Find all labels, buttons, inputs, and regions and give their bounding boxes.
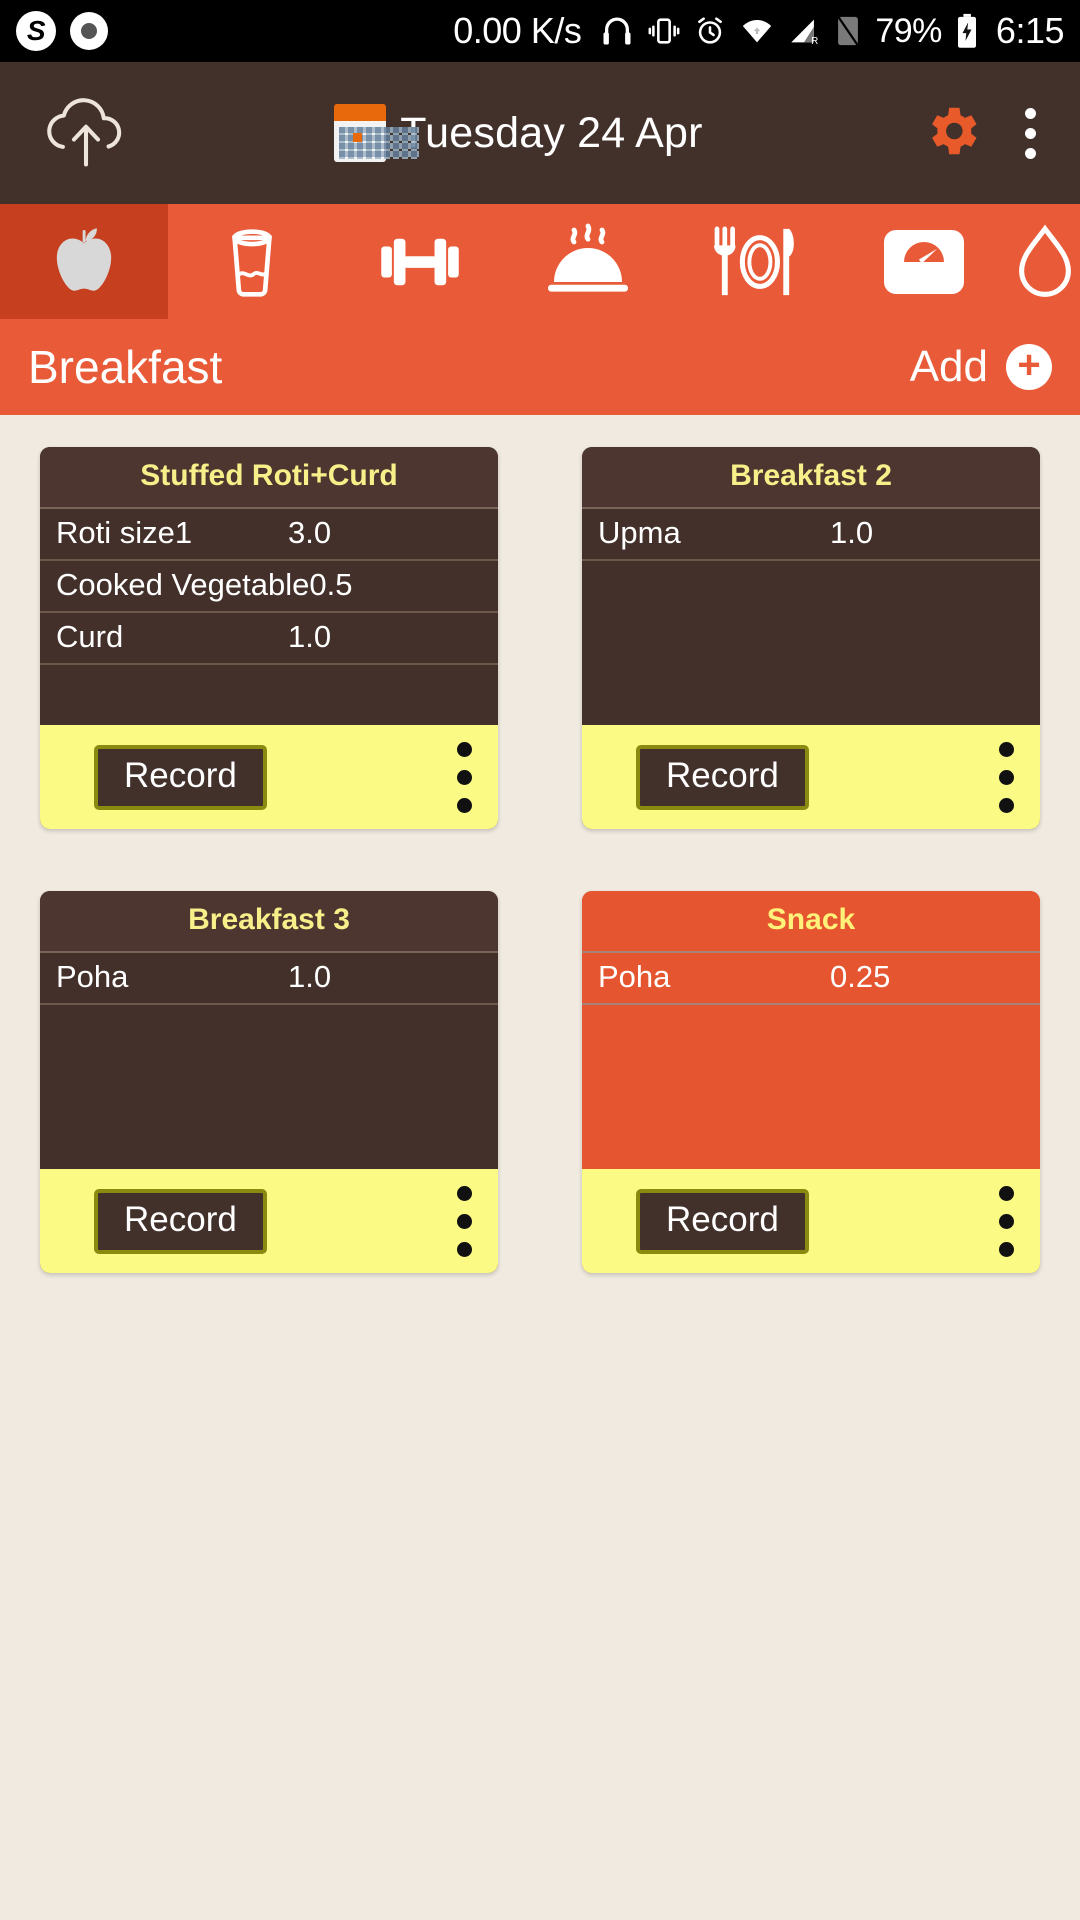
food-qty: 0.5 xyxy=(309,567,353,602)
clock-label: 6:15 xyxy=(995,10,1065,51)
card-footer: Record xyxy=(582,725,1040,829)
food-qty: 3.0 xyxy=(288,515,332,550)
weighing-scale-icon xyxy=(880,226,968,298)
overflow-menu-icon[interactable] xyxy=(999,1185,1014,1257)
screen-record-icon xyxy=(70,12,108,50)
tab-fruit[interactable] xyxy=(0,204,168,319)
card-header: Breakfast 2 xyxy=(582,447,1040,509)
card-footer: Record xyxy=(40,1169,498,1273)
food-name: Upma xyxy=(598,515,681,550)
covered-dish-icon xyxy=(542,222,634,302)
date-label: Tuesday 24 Apr xyxy=(400,108,703,157)
date-title[interactable]: Tuesday 24 Apr xyxy=(116,104,921,162)
battery-percent-label: 79% xyxy=(875,11,942,50)
card-title: Breakfast 3 xyxy=(188,903,350,936)
battery-charging-icon xyxy=(954,13,980,49)
add-label: Add xyxy=(909,342,988,391)
card-body: Poha 0.25 xyxy=(582,953,1040,1169)
food-name: Roti size1 xyxy=(56,515,193,550)
meal-card[interactable]: Breakfast 2 Upma 1.0 Record xyxy=(582,447,1040,829)
food-name: Poha xyxy=(56,959,129,994)
overflow-menu-icon[interactable] xyxy=(457,741,472,813)
alarm-icon xyxy=(693,14,727,48)
overflow-menu-icon[interactable] xyxy=(1025,107,1036,159)
food-row[interactable]: Cooked Vegetable 0.5 xyxy=(40,561,498,613)
network-rate-label: 0.00 K/s xyxy=(453,10,582,51)
tab-exercise[interactable] xyxy=(336,204,504,319)
record-button[interactable]: Record xyxy=(94,744,267,810)
tab-water[interactable] xyxy=(1008,204,1080,319)
meal-section-header: Breakfast Add + xyxy=(0,319,1080,415)
skype-icon: S xyxy=(16,11,56,51)
wifi-icon xyxy=(739,14,775,48)
tab-hot-meal[interactable] xyxy=(504,204,672,319)
card-body: Poha 1.0 xyxy=(40,953,498,1169)
food-name: Cooked Vegetable xyxy=(56,567,310,602)
food-row[interactable]: Poha 0.25 xyxy=(582,953,1040,1005)
food-qty: 1.0 xyxy=(288,959,332,994)
water-drop-icon xyxy=(1008,222,1080,302)
sim-empty-icon xyxy=(833,14,863,48)
card-body: Roti size1 3.0 Cooked Vegetable 0.5 Curd… xyxy=(40,509,498,725)
meal-card[interactable]: Stuffed Roti+Curd Roti size1 3.0 Cooked … xyxy=(40,447,498,829)
meal-card[interactable]: Breakfast 3 Poha 1.0 Record xyxy=(40,891,498,1273)
tab-drink[interactable] xyxy=(168,204,336,319)
card-footer: Record xyxy=(582,1169,1040,1273)
record-button[interactable]: Record xyxy=(636,1188,809,1254)
category-tab-bar[interactable] xyxy=(0,204,1080,319)
fork-plate-knife-icon xyxy=(708,223,804,301)
tab-meal[interactable] xyxy=(672,204,840,319)
food-name: Poha xyxy=(598,959,671,994)
meal-card-grid: Stuffed Roti+Curd Roti size1 3.0 Cooked … xyxy=(0,415,1080,1273)
food-row[interactable]: Roti size1 3.0 xyxy=(40,509,498,561)
food-qty: 0.25 xyxy=(830,959,891,994)
tab-weight[interactable] xyxy=(840,204,1008,319)
card-title: Breakfast 2 xyxy=(730,459,892,492)
overflow-menu-icon[interactable] xyxy=(999,741,1014,813)
status-bar: S 0.00 K/s R 79% 6:15 xyxy=(0,0,1080,62)
meal-card[interactable]: Snack Poha 0.25 Record xyxy=(582,891,1040,1273)
card-title: Stuffed Roti+Curd xyxy=(140,459,398,492)
overflow-menu-icon[interactable] xyxy=(457,1185,472,1257)
card-title: Snack xyxy=(766,903,856,936)
page-title: Breakfast xyxy=(28,341,223,393)
gear-icon[interactable] xyxy=(921,100,983,167)
headset-icon xyxy=(599,13,635,49)
svg-text:R: R xyxy=(811,36,818,47)
record-button[interactable]: Record xyxy=(636,744,809,810)
glass-of-water-icon xyxy=(223,223,281,301)
food-row[interactable]: Poha 1.0 xyxy=(40,953,498,1005)
card-body: Upma 1.0 xyxy=(582,509,1040,725)
food-row[interactable]: Curd 1.0 xyxy=(40,613,498,665)
food-row[interactable]: Upma 1.0 xyxy=(582,509,1040,561)
dumbbell-icon xyxy=(377,231,463,293)
card-header: Breakfast 3 xyxy=(40,891,498,953)
card-header: Snack xyxy=(582,891,1040,953)
food-qty: 1.0 xyxy=(288,619,332,654)
app-bar: Tuesday 24 Apr xyxy=(0,62,1080,204)
calendar-icon xyxy=(334,104,387,162)
card-header: Stuffed Roti+Curd xyxy=(40,447,498,509)
add-button[interactable]: Add + xyxy=(910,342,1052,392)
plus-circle-icon: + xyxy=(1006,344,1052,390)
food-qty: 1.0 xyxy=(830,515,874,550)
apple-icon xyxy=(51,223,117,301)
card-footer: Record xyxy=(40,725,498,829)
vibrate-icon xyxy=(647,14,681,48)
food-name: Curd xyxy=(56,619,124,654)
record-button[interactable]: Record xyxy=(94,1188,267,1254)
signal-roaming-icon: R xyxy=(787,14,821,48)
